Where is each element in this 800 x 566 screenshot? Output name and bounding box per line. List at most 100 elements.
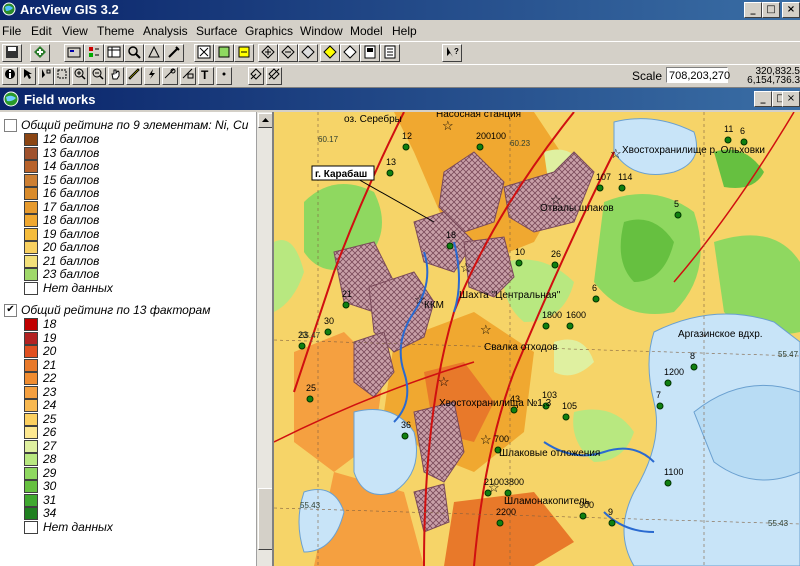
layout-icon[interactable] [360, 44, 380, 62]
legend-swatch [24, 214, 38, 228]
menu-model[interactable]: Model [350, 24, 383, 38]
vertex-edit-icon[interactable] [38, 67, 54, 85]
scale-input[interactable]: 708,203,270 [666, 67, 730, 83]
menu-file[interactable]: File [2, 24, 21, 38]
legend-swatch [24, 372, 38, 386]
grid-coordinate-label: 60.23 [510, 139, 531, 148]
locate-address-icon[interactable] [144, 44, 164, 62]
theme-visibility-checkbox-checked[interactable]: ✔ [4, 304, 17, 318]
close-button[interactable]: × [782, 2, 800, 18]
theme-visibility-checkbox[interactable] [4, 119, 17, 133]
theme-rating-9-elements[interactable]: Общий рейтинг по 9 элементам: Ni, Cu [4, 118, 248, 133]
find-icon[interactable] [124, 44, 144, 62]
pointer-icon[interactable] [20, 67, 36, 85]
view-minimize-button[interactable]: _ [754, 91, 772, 107]
select-features-icon[interactable] [320, 44, 340, 62]
zoom-full-extent-icon[interactable] [194, 44, 214, 62]
identify-icon[interactable] [2, 67, 18, 85]
sampling-point [566, 322, 574, 330]
menu-edit[interactable]: Edit [31, 24, 52, 38]
sampling-point [298, 342, 306, 350]
sampling-point [515, 259, 523, 267]
legend-class: 20 [24, 344, 56, 359]
table-of-contents: Общий рейтинг по 9 элементам: Ni, Cu 12 … [0, 112, 274, 566]
sampling-point [562, 413, 570, 421]
legend-class-label: Нет данных [43, 519, 113, 534]
sample-id-label: 700 [494, 434, 509, 444]
legend-class: 14 баллов [24, 159, 99, 174]
measure-icon[interactable] [126, 67, 142, 85]
menu-analysis[interactable]: Analysis [143, 24, 188, 38]
map-display[interactable]: ☆ ☆ ☆ ☆ ☆ ☆ ☆ ☆ ☆ оз. Серебры Насосная станция Хво… [274, 112, 800, 566]
label-icon[interactable] [180, 67, 196, 85]
legend-class-label: 17 баллов [43, 199, 100, 214]
theme-properties-icon[interactable] [64, 44, 84, 62]
legend-class-label: 16 баллов [43, 186, 100, 200]
scroll-thumb[interactable] [258, 488, 272, 550]
draw-point-icon[interactable] [216, 67, 232, 85]
legend-class-label: 27 [43, 438, 57, 453]
legend-class-label: 13 баллов [43, 145, 100, 160]
legend-scrollbar[interactable] [256, 112, 272, 566]
query-builder-icon[interactable] [164, 44, 184, 62]
menu-surface[interactable]: Surface [196, 24, 237, 38]
legend-class-label: Нет данных [43, 280, 113, 295]
sampling-point [664, 479, 672, 487]
save-icon[interactable] [2, 44, 22, 62]
legend-swatch [24, 241, 38, 255]
add-theme-icon[interactable] [30, 44, 50, 62]
grid-coordinate-label: 55.47 [778, 350, 799, 359]
clear-selection-icon[interactable] [340, 44, 360, 62]
sampling-point [724, 136, 732, 144]
zoom-out-tool-icon[interactable] [90, 67, 106, 85]
sample-id-label: 18 [446, 230, 456, 240]
sample-id-label: 43 [510, 394, 520, 404]
text-tool-icon[interactable]: T [198, 67, 214, 85]
pollution-source-star-icon: ☆ [480, 432, 492, 447]
sampling-point [476, 143, 484, 151]
minimize-button[interactable]: _ [744, 2, 762, 18]
legend-class: 28 [24, 452, 56, 467]
scale-label: Scale [632, 69, 663, 83]
legend-class-label: 12 баллов [43, 132, 100, 146]
open-table-icon[interactable] [104, 44, 124, 62]
legend-class: 30 [24, 479, 56, 494]
sample-id-label: 1100 [664, 467, 683, 477]
sample-id-label: 9 [608, 507, 613, 517]
zoom-previous-icon[interactable] [298, 44, 318, 62]
pan-hand-icon[interactable] [108, 67, 124, 85]
print-preview-icon[interactable] [380, 44, 400, 62]
zoom-in-icon[interactable] [258, 44, 278, 62]
sampling-point [401, 432, 409, 440]
hotlink-icon[interactable] [144, 67, 160, 85]
legend-class-label: 31 [43, 492, 57, 507]
scroll-up-arrow-icon[interactable] [258, 113, 272, 128]
area-of-interest-icon[interactable] [162, 67, 178, 85]
theme-rating-13-factors[interactable]: ✔ Общий рейтинг по 13 факторам [4, 303, 210, 318]
sampling-point [402, 143, 410, 151]
legend-class: Нет данных [24, 280, 113, 295]
legend-swatch [24, 331, 38, 345]
graphics-select-icon[interactable] [248, 67, 264, 85]
menu-graphics[interactable]: Graphics [245, 24, 293, 38]
snap-icon[interactable] [266, 67, 282, 85]
map-canvas[interactable]: ☆☆☆☆☆☆☆☆☆ оз. Серебры Насосная станцияХво… [274, 112, 800, 566]
legend-swatch [24, 227, 38, 241]
menu-help[interactable]: Help [392, 24, 417, 38]
help-cursor-icon[interactable]: ? [442, 44, 462, 62]
view-close-button[interactable]: × [782, 91, 800, 107]
legend-class: 29 [24, 466, 56, 480]
zoom-in-tool-icon[interactable] [72, 67, 88, 85]
legend-class: 16 баллов [24, 186, 100, 201]
legend-class: 12 баллов [24, 132, 100, 147]
zoom-out-icon[interactable] [278, 44, 298, 62]
menu-view[interactable]: View [62, 24, 88, 38]
edit-legend-icon[interactable] [84, 44, 104, 62]
zoom-selected-icon[interactable] [234, 44, 254, 62]
sample-id-label: 13 [386, 157, 396, 167]
select-feature-tool-icon[interactable] [54, 67, 70, 85]
maximize-button[interactable]: □ [762, 2, 780, 18]
zoom-active-themes-icon[interactable] [214, 44, 234, 62]
menu-window[interactable]: Window [300, 24, 343, 38]
menu-theme[interactable]: Theme [97, 24, 134, 38]
